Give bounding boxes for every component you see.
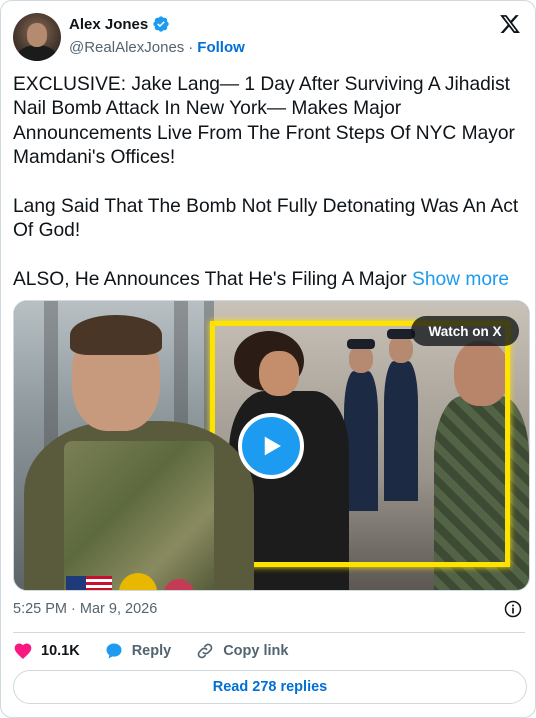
reply-label: Reply	[131, 643, 172, 659]
us-flag-patch-icon	[66, 576, 112, 590]
timestamp[interactable]: 5:25 PM · Mar 9, 2026	[13, 601, 157, 617]
man-in-vest-figure	[24, 315, 254, 590]
follow-button[interactable]: Follow	[197, 39, 245, 56]
read-replies-button[interactable]: Read 278 replies	[13, 670, 527, 704]
tweet-card: Alex Jones @RealAlexJones · Follow EXCLU…	[0, 0, 536, 718]
x-logo-icon[interactable]	[499, 13, 521, 35]
divider	[13, 632, 525, 633]
author-name[interactable]: Alex Jones	[69, 16, 148, 33]
tweet-text: EXCLUSIVE: Jake Lang— 1 Day After Surviv…	[13, 73, 527, 293]
handle-row: @RealAlexJones · Follow	[69, 39, 245, 56]
like-count: 10.1K	[41, 643, 80, 659]
reply-bubble-icon	[106, 643, 122, 659]
tweet-paragraph-3: ALSO, He Announces That He's Filing A Ma…	[13, 269, 407, 291]
author-name-row: Alex Jones	[69, 15, 170, 33]
separator: ·	[188, 39, 194, 56]
copy-link-label: Copy link	[223, 643, 289, 659]
link-icon	[197, 643, 213, 659]
like-button[interactable]: 10.1K	[13, 641, 80, 661]
avatar[interactable]	[13, 13, 61, 61]
copy-link-button[interactable]: Copy link	[195, 641, 288, 661]
play-button[interactable]	[238, 413, 304, 479]
reply-button[interactable]: Reply	[104, 641, 172, 661]
info-icon[interactable]	[503, 599, 523, 619]
action-bar: 10.1K Reply Copy link	[13, 641, 312, 661]
show-more-link[interactable]: Show more	[412, 269, 509, 290]
author-handle[interactable]: @RealAlexJones	[69, 39, 184, 56]
watch-on-x-button[interactable]: Watch on X	[411, 316, 519, 346]
tweet-paragraph-2: Lang Said That The Bomb Not Fully Detona…	[13, 196, 524, 242]
tweet-paragraph-1: EXCLUSIVE: Jake Lang— 1 Day After Surviv…	[13, 74, 521, 169]
video-thumbnail[interactable]: Watch on X	[13, 300, 530, 591]
verified-badge-icon	[153, 16, 169, 32]
play-icon	[264, 436, 281, 456]
heart-icon	[14, 643, 32, 659]
